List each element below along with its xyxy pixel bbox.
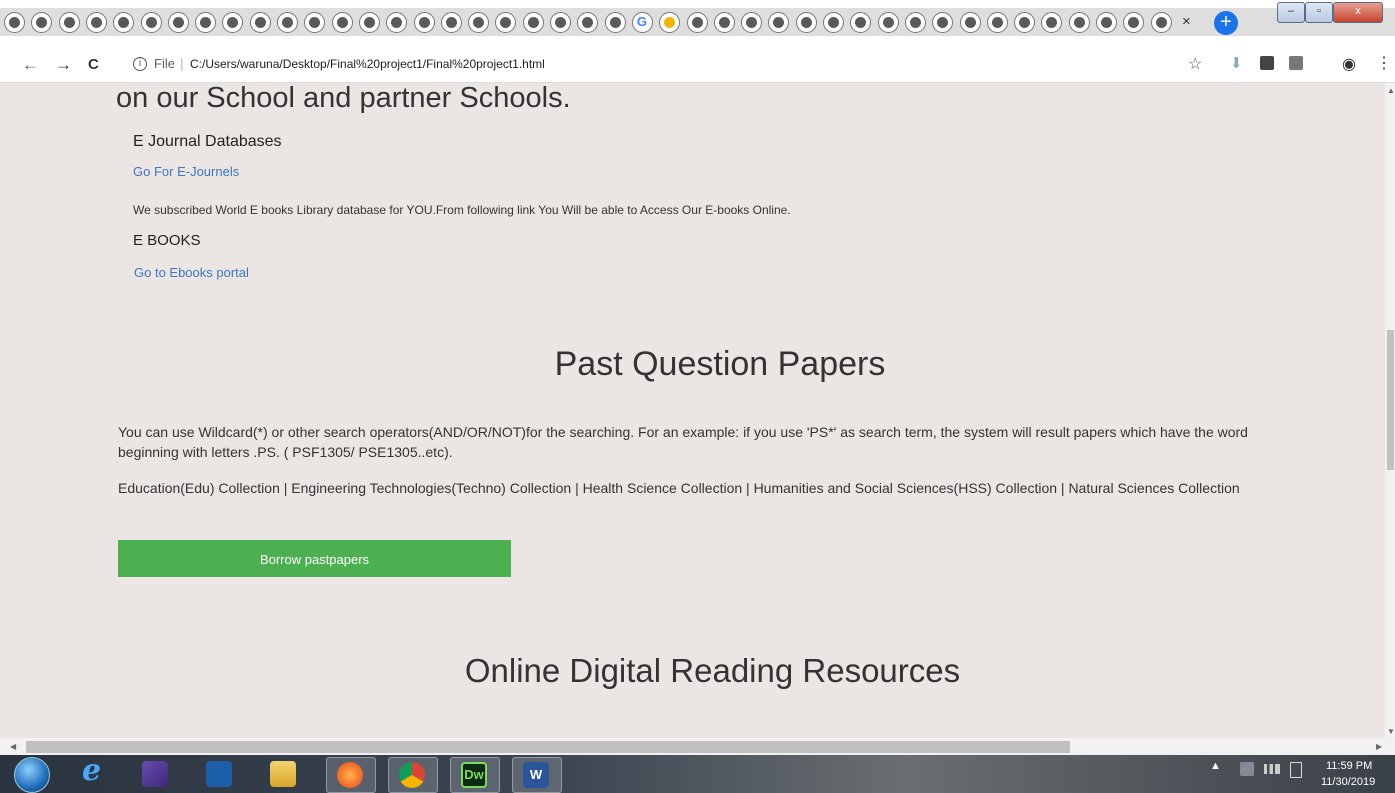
back-button[interactable]: ← xyxy=(22,55,39,75)
word-icon[interactable]: W xyxy=(512,757,562,793)
vertical-scroll-thumb[interactable] xyxy=(1387,330,1394,470)
collections-list: Education(Edu) Collection | Engineering … xyxy=(118,480,1240,496)
ebook-subscription-note: We subscribed World E books Library data… xyxy=(133,203,791,217)
battery-icon[interactable] xyxy=(1290,762,1302,778)
download-icon[interactable]: ⬇ xyxy=(1230,54,1244,72)
browser-tab-icon[interactable] xyxy=(167,12,189,33)
internet-explorer-icon[interactable]: e xyxy=(72,753,120,791)
horizontal-scroll-thumb[interactable] xyxy=(26,741,1070,753)
scroll-right-arrow-icon[interactable]: ▶ xyxy=(1376,742,1382,751)
browser-tab-icon[interactable] xyxy=(877,12,899,33)
browser-tab-icon[interactable] xyxy=(904,12,926,33)
scroll-up-arrow-icon[interactable]: ▲ xyxy=(1387,86,1395,95)
new-tab-button[interactable]: + xyxy=(1214,11,1238,35)
browser-tab-icon[interactable] xyxy=(413,12,435,33)
browser-tab-icon[interactable] xyxy=(986,12,1008,33)
scroll-down-arrow-icon[interactable]: ▼ xyxy=(1387,727,1395,736)
browser-tab-icon[interactable] xyxy=(358,12,380,33)
network-icon[interactable] xyxy=(1240,762,1254,776)
extension-icon[interactable] xyxy=(1260,56,1274,70)
browser-tab-icon[interactable] xyxy=(795,12,817,33)
browser-tab-icon[interactable] xyxy=(277,12,298,33)
browser-tab-icon[interactable] xyxy=(631,12,653,33)
reload-button[interactable]: C xyxy=(88,56,99,73)
browser-tab-icon[interactable] xyxy=(741,12,763,33)
ejournal-link[interactable]: Go For E-Journels xyxy=(133,164,239,179)
search-help-text: You can use Wildcard(*) or other search … xyxy=(118,424,1248,460)
browser-tab-icon[interactable] xyxy=(1014,12,1036,33)
close-tab-icon[interactable]: × xyxy=(1182,13,1191,30)
browser-tab-icon[interactable] xyxy=(522,12,544,33)
past-papers-heading: Past Question Papers xyxy=(554,345,886,383)
url-scheme-label: File xyxy=(154,56,175,71)
browser-tab-icon[interactable] xyxy=(604,12,626,33)
maximize-button[interactable]: ▫ xyxy=(1305,2,1333,23)
tray-arrow-icon[interactable]: ▲ xyxy=(1210,760,1221,772)
online-resources-heading: Online Digital Reading Resources xyxy=(464,652,961,689)
dreamweaver-icon[interactable]: Dw xyxy=(450,757,500,793)
clock-time[interactable]: 11:59 PM xyxy=(1326,760,1372,772)
signal-icon[interactable] xyxy=(1264,764,1280,774)
browser-tab-icon[interactable] xyxy=(195,12,217,33)
star-icon[interactable]: ☆ xyxy=(1188,54,1202,74)
browser-tab-icon[interactable] xyxy=(4,12,25,33)
browser-tab-icon[interactable] xyxy=(468,12,490,33)
menu-icon[interactable]: ⋮ xyxy=(1376,53,1392,73)
browser-tab-icon[interactable] xyxy=(686,12,708,33)
scroll-left-arrow-icon[interactable]: ◀ xyxy=(10,742,16,751)
extension-icon[interactable] xyxy=(1289,56,1303,70)
ebooks-heading: E BOOKS xyxy=(133,232,201,249)
section-heading: on our School and partner Schools. xyxy=(116,82,571,114)
browser-tab-icon[interactable] xyxy=(1068,12,1090,33)
browser-tab-icon[interactable] xyxy=(249,12,271,33)
browser-tab-icon[interactable] xyxy=(440,12,462,33)
browser-tab-icon[interactable] xyxy=(1150,12,1172,33)
browser-tab-icon[interactable] xyxy=(58,12,80,33)
browser-tab-icon[interactable] xyxy=(1096,12,1117,33)
url-text[interactable]: C:/Users/waruna/Desktop/Final%20project1… xyxy=(190,57,545,71)
browser-tab-icon[interactable] xyxy=(331,12,353,33)
browser-tab-icon[interactable] xyxy=(550,12,571,33)
forward-button[interactable]: → xyxy=(55,55,72,75)
media-player-icon[interactable] xyxy=(196,757,244,791)
window-controls: – ▫ x xyxy=(1277,2,1387,24)
clock-date[interactable]: 11/30/2019 xyxy=(1321,776,1375,788)
url-separator: | xyxy=(180,55,184,71)
firefox-icon[interactable] xyxy=(326,757,376,793)
windows-start-icon[interactable] xyxy=(14,757,50,793)
ejournal-heading: E Journal Databases xyxy=(133,133,282,150)
chrome-icon[interactable] xyxy=(388,757,438,793)
visual-studio-icon[interactable] xyxy=(132,757,180,791)
page-viewport xyxy=(0,83,1385,738)
close-window-button[interactable]: x xyxy=(1333,2,1383,23)
browser-tab-icon[interactable] xyxy=(713,12,735,33)
info-icon[interactable]: i xyxy=(133,57,147,71)
file-explorer-icon[interactable] xyxy=(260,757,308,791)
borrow-pastpapers-button[interactable]: Borrow pastpapers xyxy=(118,540,511,577)
ebooks-portal-link[interactable]: Go to Ebooks portal xyxy=(134,265,249,280)
browser-tab-icon[interactable] xyxy=(140,12,162,33)
browser-tab-icon[interactable] xyxy=(85,12,107,33)
browser-tab-icon[interactable] xyxy=(823,12,844,33)
profile-icon[interactable]: ◉ xyxy=(1342,54,1356,74)
minimize-button[interactable]: – xyxy=(1277,2,1305,23)
browser-tab-icon[interactable] xyxy=(959,12,981,33)
